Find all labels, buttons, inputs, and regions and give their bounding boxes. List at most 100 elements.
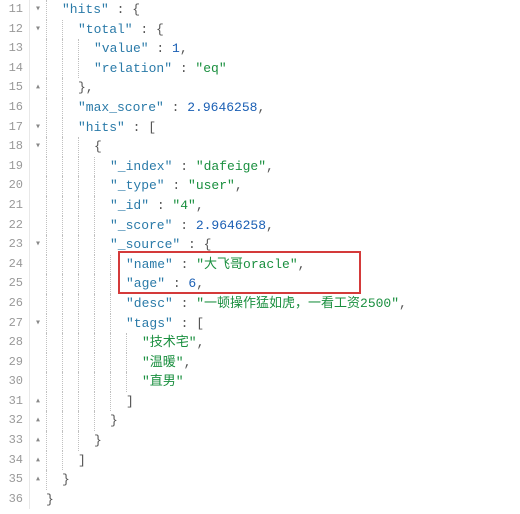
json-string: "dafeige"	[196, 159, 266, 174]
json-key: "value"	[94, 41, 149, 56]
json-key: "_id"	[110, 198, 149, 213]
json-key: "_index"	[110, 159, 172, 174]
json-key: "_source"	[110, 237, 180, 252]
line-number: 13	[0, 39, 23, 59]
fold-marker[interactable]: ▾	[30, 235, 46, 255]
line-number: 30	[0, 372, 23, 392]
line-number: 22	[0, 216, 23, 236]
code-line[interactable]: }	[46, 411, 520, 431]
fold-marker	[30, 372, 46, 392]
json-string: "eq"	[195, 61, 226, 76]
code-line[interactable]: "技术宅",	[46, 333, 520, 353]
code-line[interactable]: "_score" : 2.9646258,	[46, 216, 520, 236]
code-line[interactable]: "age" : 6,	[46, 274, 520, 294]
json-key: "age"	[126, 276, 165, 291]
line-number: 33	[0, 431, 23, 451]
code-line[interactable]: "温暖",	[46, 353, 520, 373]
fold-column: ▾▾▴▾▾▾▾▴▴▴▴▴	[30, 0, 46, 509]
fold-marker[interactable]: ▴	[30, 470, 46, 490]
json-key: "name"	[126, 257, 173, 272]
line-number: 21	[0, 196, 23, 216]
fold-marker	[30, 157, 46, 177]
code-line[interactable]: },	[46, 78, 520, 98]
json-string: "大飞哥oracle"	[196, 257, 297, 272]
json-string: "user"	[188, 178, 235, 193]
line-number-gutter: 1112131415161718192021222324252627282930…	[0, 0, 30, 509]
line-number: 15	[0, 78, 23, 98]
line-number: 26	[0, 294, 23, 314]
json-string: "一顿操作猛如虎，一看工资2500"	[196, 296, 399, 311]
code-line[interactable]: "hits" : {	[46, 0, 520, 20]
json-key: "_type"	[110, 178, 165, 193]
code-editor[interactable]: "hits" : { "total" : { "value" : 1, "rel…	[46, 0, 520, 509]
code-line[interactable]: }	[46, 470, 520, 490]
line-number: 12	[0, 20, 23, 40]
fold-marker[interactable]: ▴	[30, 451, 46, 471]
fold-marker	[30, 274, 46, 294]
code-line[interactable]: "hits" : [	[46, 118, 520, 138]
json-string: "直男"	[142, 374, 184, 389]
code-line[interactable]: "tags" : [	[46, 314, 520, 334]
code-line[interactable]: "_index" : "dafeige",	[46, 157, 520, 177]
fold-marker	[30, 39, 46, 59]
code-line[interactable]: "relation" : "eq"	[46, 59, 520, 79]
line-number: 25	[0, 274, 23, 294]
fold-marker[interactable]: ▾	[30, 137, 46, 157]
line-number: 27	[0, 314, 23, 334]
fold-marker[interactable]: ▴	[30, 431, 46, 451]
fold-marker[interactable]: ▴	[30, 78, 46, 98]
code-line[interactable]: {	[46, 137, 520, 157]
fold-marker	[30, 490, 46, 510]
line-number: 35	[0, 470, 23, 490]
fold-marker[interactable]: ▾	[30, 314, 46, 334]
line-number: 29	[0, 353, 23, 373]
json-number: 2.9646258	[196, 218, 266, 233]
line-number: 28	[0, 333, 23, 353]
fold-marker	[30, 216, 46, 236]
code-line[interactable]: "_source" : {	[46, 235, 520, 255]
code-line[interactable]: ]	[46, 451, 520, 471]
json-key: "relation"	[94, 61, 172, 76]
code-line[interactable]: "value" : 1,	[46, 39, 520, 59]
json-string: "4"	[172, 198, 195, 213]
line-number: 34	[0, 451, 23, 471]
fold-marker	[30, 353, 46, 373]
json-key: "tags"	[126, 316, 173, 331]
line-number: 23	[0, 235, 23, 255]
fold-marker[interactable]: ▴	[30, 411, 46, 431]
code-line[interactable]: "_id" : "4",	[46, 196, 520, 216]
json-key: "max_score"	[78, 100, 164, 115]
json-key: "hits"	[62, 2, 109, 17]
code-line[interactable]: "name" : "大飞哥oracle",	[46, 255, 520, 275]
line-number: 32	[0, 411, 23, 431]
fold-marker	[30, 294, 46, 314]
fold-marker	[30, 333, 46, 353]
code-line[interactable]: "直男"	[46, 372, 520, 392]
code-line[interactable]: }	[46, 431, 520, 451]
fold-marker[interactable]: ▴	[30, 392, 46, 412]
json-key: "_score"	[110, 218, 172, 233]
code-line[interactable]: "_type" : "user",	[46, 176, 520, 196]
line-number: 19	[0, 157, 23, 177]
code-line[interactable]: "total" : {	[46, 20, 520, 40]
json-string: "技术宅"	[142, 335, 197, 350]
fold-marker	[30, 59, 46, 79]
json-key: "desc"	[126, 296, 173, 311]
line-number: 14	[0, 59, 23, 79]
fold-marker	[30, 196, 46, 216]
line-number: 24	[0, 255, 23, 275]
line-number: 31	[0, 392, 23, 412]
line-number: 17	[0, 118, 23, 138]
line-number: 20	[0, 176, 23, 196]
code-line[interactable]: "desc" : "一顿操作猛如虎，一看工资2500",	[46, 294, 520, 314]
fold-marker[interactable]: ▾	[30, 20, 46, 40]
json-key: "hits"	[78, 120, 125, 135]
line-number: 36	[0, 490, 23, 510]
fold-marker[interactable]: ▾	[30, 0, 46, 20]
code-line[interactable]: ]	[46, 392, 520, 412]
code-line[interactable]: "max_score" : 2.9646258,	[46, 98, 520, 118]
fold-marker[interactable]: ▾	[30, 118, 46, 138]
json-number: 1	[172, 41, 180, 56]
line-number: 16	[0, 98, 23, 118]
code-line[interactable]: }	[46, 490, 520, 510]
